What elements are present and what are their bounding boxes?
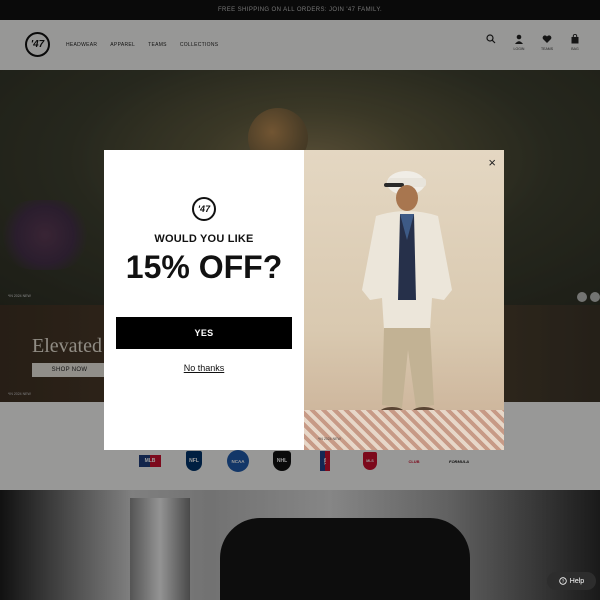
no-thanks-link[interactable]: No thanks (104, 363, 304, 373)
modal-offer: 15% OFF? (125, 249, 283, 285)
no-thanks-label: No thanks (183, 363, 225, 373)
modal-content: '47 WOULD YOU LIKE 15% OFF? YES No thank… (104, 150, 304, 450)
page: FREE SHIPPING ON ALL ORDERS: JOIN '47 FA… (0, 0, 600, 600)
help-label: Help (569, 577, 585, 585)
help-button[interactable]: ? Help (547, 572, 596, 590)
modal-question: WOULD YOU LIKE (154, 233, 254, 245)
yes-button[interactable]: YES (116, 317, 292, 349)
rug (304, 410, 504, 450)
discount-modal: '47 WOULD YOU LIKE 15% OFF? YES No thank… (104, 150, 504, 450)
svg-text:?: ? (562, 579, 565, 584)
close-icon[interactable]: × (488, 156, 496, 169)
help-icon: ? (559, 577, 567, 585)
modal-logo: '47 (192, 197, 216, 221)
modal-image: × *IN 2024 NEW (304, 150, 504, 450)
model-illustration (362, 171, 452, 417)
modal-image-credit: *IN 2024 NEW (318, 437, 341, 441)
